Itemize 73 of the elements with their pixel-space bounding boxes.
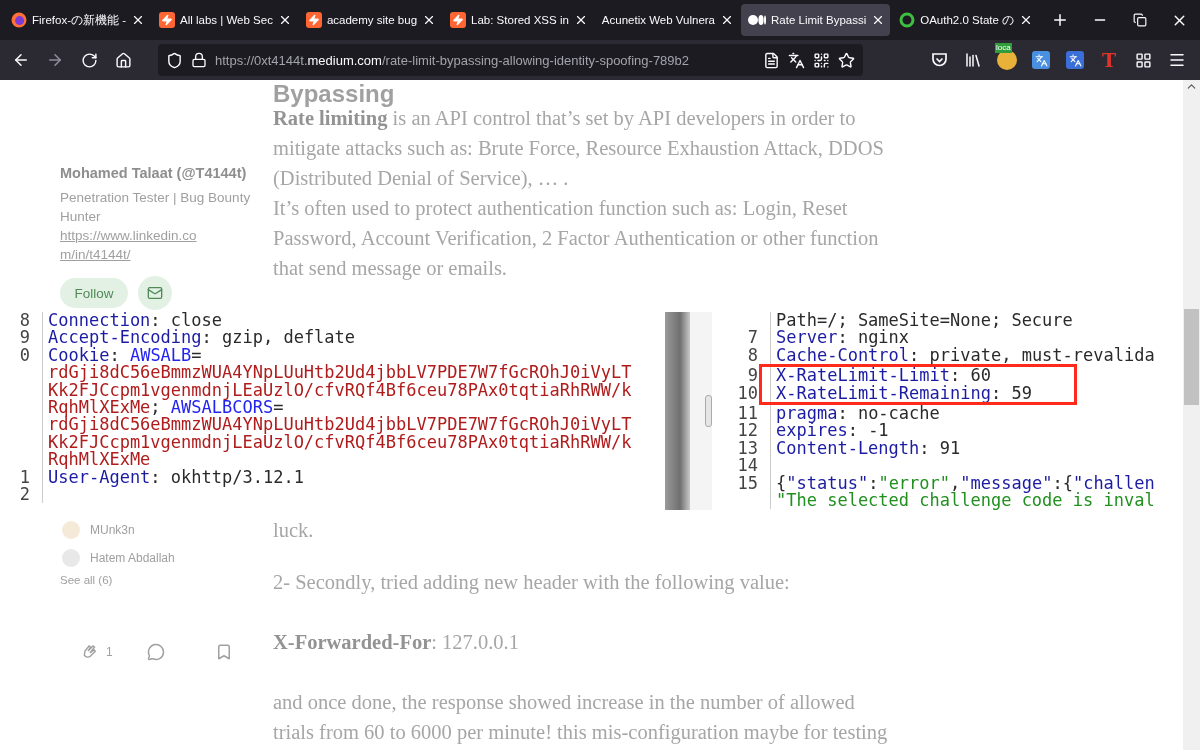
article-paragraph: and once done, the response showed increase in the number of allowed trials from 60 to 6000 per minute! this mis-configuration maybe for testing	[273, 690, 889, 746]
reload-icon	[80, 51, 98, 69]
lightning-icon	[305, 12, 322, 28]
code-line: X-RateLimit-Limit: 60	[770, 367, 1172, 385]
translate-icon[interactable]	[1066, 51, 1084, 69]
line-number: 7	[746, 329, 759, 347]
shield-icon	[166, 51, 183, 69]
splitter-handle	[705, 395, 712, 427]
line-number: 2	[18, 485, 31, 504]
code-line: Server: nginx	[770, 329, 1172, 347]
browser-tab[interactable]: Rate Limit Bypassi	[741, 4, 891, 36]
line-number: 12	[736, 422, 759, 440]
extension-badge: loca	[995, 43, 1012, 53]
line-number: 10	[736, 384, 759, 402]
browser-logo-icon	[11, 12, 27, 28]
line-number: 13	[736, 439, 759, 458]
code-line: Path=/; SameSite=None; Secure	[770, 312, 1172, 330]
mail-icon	[147, 285, 163, 301]
line-number: 9	[746, 367, 759, 385]
page-scrollbar[interactable]	[1183, 80, 1200, 750]
browser-tab[interactable]: Acunetix Web Vulnera	[594, 4, 739, 36]
close-icon[interactable]	[720, 13, 734, 27]
back-icon	[12, 51, 30, 69]
comment-icon[interactable]	[146, 643, 165, 661]
code-line: "The selected challenge code is inval	[770, 491, 1172, 510]
lightning-icon	[450, 12, 467, 28]
line-number: 0	[18, 346, 31, 365]
code-line: pragma: no-cache	[770, 404, 1172, 423]
scroll-thumb[interactable]	[1184, 309, 1199, 405]
article-paragraph: X-Forwarded-For: 127.0.0.1	[273, 630, 520, 655]
article-paragraph: luck.	[273, 518, 315, 543]
library-icon[interactable]	[964, 51, 982, 69]
restore-icon[interactable]	[1133, 13, 1147, 27]
pocket-icon[interactable]	[930, 52, 948, 68]
browser-tab[interactable]: Firefox-の新機能 -	[4, 4, 150, 36]
article-paragraph: 2- Secondly, tried adding new header with the following value:	[273, 570, 791, 596]
follow-button[interactable]: Follow	[60, 278, 128, 308]
browser-tab[interactable]: OAuth2.0 State の	[892, 4, 1039, 36]
line-number: 9	[18, 329, 31, 347]
extensions-icon[interactable]	[1134, 51, 1152, 69]
forward-icon	[46, 51, 64, 69]
subscribe-button[interactable]	[138, 276, 172, 310]
line-number: 8	[746, 346, 759, 365]
article-heading: Bypassing	[273, 80, 396, 108]
menu-icon[interactable]	[1168, 51, 1186, 69]
code-line: Content-Length: 91	[770, 439, 1172, 458]
star-icon[interactable]	[838, 51, 855, 69]
qr-code-icon[interactable]	[813, 51, 830, 69]
translate-icon[interactable]	[788, 51, 805, 69]
dots-logo-icon	[748, 14, 766, 26]
article-paragraph: It’s often used to protect authentication function such as: Login, Reset Password, Account Verification, 2 Factor Authentication or other function that send message or emails.	[273, 196, 880, 282]
author-name: Mohamed Talaat (@T4144t)	[60, 164, 248, 183]
browser-tab[interactable]: Lab: Stored XSS in	[443, 4, 593, 36]
browser-tab[interactable]: academy site bug	[298, 4, 442, 36]
lightning-icon	[159, 12, 175, 28]
code-line: {"status":"error","message":{"challen	[770, 474, 1172, 492]
line-number: 1	[18, 468, 31, 486]
lock-icon	[191, 52, 207, 68]
line-number: 8	[18, 312, 31, 330]
reader-view-icon[interactable]	[763, 51, 780, 69]
code-line: expires: -1	[770, 422, 1172, 440]
clap-count: 1	[106, 645, 113, 659]
line-number: 14	[736, 457, 759, 475]
article-paragraph: Rate limiting is an API control that’s set by API developers in order to mitigate attacks such as: Brute Force, Resource Exhaustion Attack, DDOS (Distributed Denial of Service), … .	[273, 107, 885, 192]
code-line: X-RateLimit-Remaining: 59	[770, 384, 1172, 402]
close-icon[interactable]	[131, 13, 145, 27]
browser-tab[interactable]: All labs | Web Sec	[152, 4, 297, 36]
line-number: 11	[736, 404, 759, 423]
avatar	[62, 521, 80, 539]
home-icon	[114, 51, 132, 69]
address-field[interactable]: https://0xt4144t.medium.com/rate-limit-bypassing-allowing-identity-spoofing-789b2	[158, 44, 863, 76]
ring-logo-icon	[899, 12, 916, 28]
line-number: 15	[736, 474, 759, 492]
